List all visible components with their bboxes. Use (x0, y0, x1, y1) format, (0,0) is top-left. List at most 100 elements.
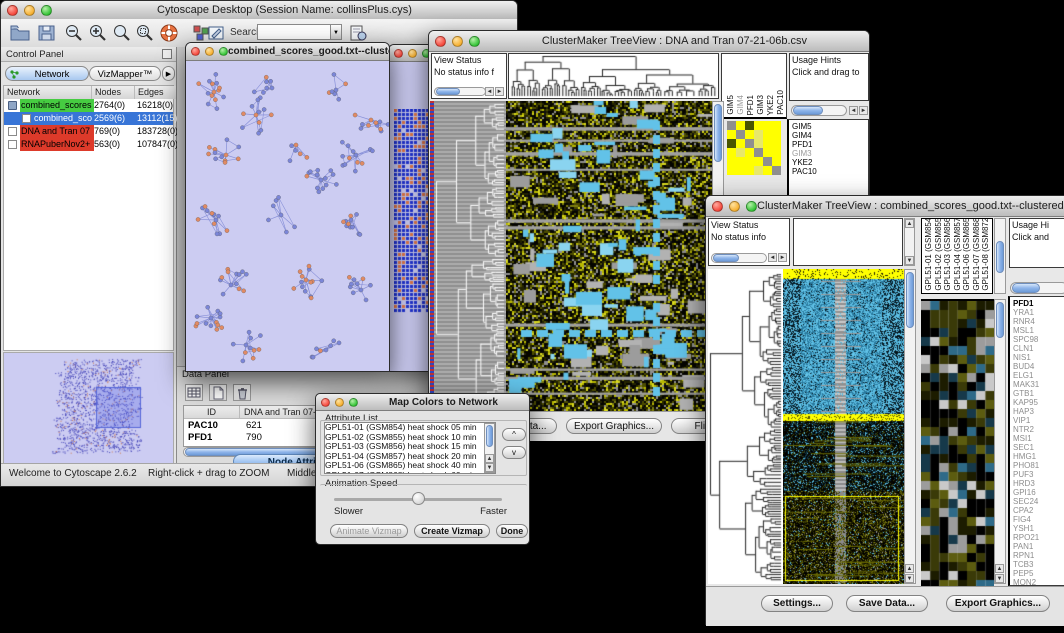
done-button[interactable]: Done (496, 524, 528, 538)
network-row[interactable]: RNAPuberNov2+563(0)107847(0) (4, 138, 173, 151)
zoom-window-icon[interactable] (219, 47, 228, 56)
treeview1-titlebar[interactable]: ClusterMaker TreeView : DNA and Tran 07-… (429, 31, 869, 52)
gene-label[interactable]: GIM4 (792, 131, 865, 140)
gene-label[interactable]: HAP3 (1013, 407, 1064, 416)
zoom-fit-icon[interactable] (111, 23, 133, 43)
tv1-hints-hscrollbar[interactable] (791, 105, 847, 116)
column-label[interactable]: YKE2 (766, 95, 775, 115)
gene-label[interactable]: KAP95 (1013, 398, 1064, 407)
zoom-window-icon[interactable] (746, 201, 757, 212)
tab-vizmapper[interactable]: VizMapper™ (89, 66, 161, 81)
tv1-row-dendrogram[interactable] (434, 101, 506, 411)
gene-label[interactable]: RPO21 (1013, 533, 1064, 542)
search-index-icon[interactable] (348, 23, 370, 43)
scroll-down-icon[interactable]: ▼ (905, 574, 914, 583)
tab-network[interactable]: Network (5, 66, 89, 81)
gene-label[interactable]: NTR2 (1013, 425, 1064, 434)
column-label[interactable]: GPL51-01 (GSM854) (924, 218, 933, 291)
tv2-export-graphics-button[interactable]: Export Graphics... (946, 595, 1050, 612)
treeview2-titlebar[interactable]: ClusterMaker TreeView : combined_scores_… (706, 196, 1064, 217)
scroll-right-icon[interactable]: ► (778, 253, 787, 262)
dense-network-canvas[interactable] (394, 109, 428, 315)
tv2-save-data-button[interactable]: Save Data... (846, 595, 928, 612)
scroll-down-icon[interactable]: ▼ (485, 463, 494, 472)
gene-label[interactable]: GIM5 (792, 122, 865, 131)
network-row[interactable]: DNA and Tran 07769(0)183728(0) (4, 125, 173, 138)
minimize-icon[interactable] (408, 49, 417, 58)
gene-label[interactable]: MAK31 (1013, 380, 1064, 389)
dp-header-id[interactable]: ID (184, 406, 240, 419)
scroll-up-icon[interactable]: ▲ (905, 564, 914, 573)
gene-label[interactable]: GTB1 (1013, 389, 1064, 398)
gene-label[interactable]: HMG1 (1013, 452, 1064, 461)
network-table-header-nodes[interactable]: Nodes (92, 86, 135, 99)
zoom-in-icon[interactable] (87, 23, 109, 43)
tv2-hints-hscrollbar[interactable] (1010, 282, 1064, 294)
gene-label[interactable]: CPA2 (1013, 506, 1064, 515)
trash-icon[interactable] (233, 384, 251, 401)
scroll-up-icon[interactable]: ▲ (485, 454, 494, 463)
tv2-settings-button[interactable]: Settings... (761, 595, 833, 612)
gene-label[interactable]: BUD4 (1013, 362, 1064, 371)
tv1-zoom-heatmap[interactable] (727, 121, 781, 175)
gene-label[interactable]: SEC1 (1013, 443, 1064, 452)
scroll-right-icon[interactable]: ► (495, 87, 504, 96)
tv2-coltree-vscrollbar[interactable]: ▲ ▼ (904, 218, 915, 266)
tab-overflow-button[interactable]: ▶ (162, 66, 175, 81)
network-table-header-network[interactable]: Network (4, 86, 92, 99)
scroll-down-icon[interactable]: ▼ (905, 256, 914, 265)
gene-label[interactable]: MSI1 (1013, 434, 1064, 443)
gene-label[interactable]: TCB3 (1013, 560, 1064, 569)
gene-label[interactable]: ELG1 (1013, 371, 1064, 380)
minimize-icon[interactable] (205, 47, 214, 56)
main-titlebar[interactable]: Cytoscape Desktop (Session Name: collins… (1, 1, 517, 20)
gene-label[interactable]: SEC24 (1013, 497, 1064, 506)
float-panel-icon[interactable] (162, 49, 172, 59)
gene-label[interactable]: SPC98 (1013, 335, 1064, 344)
gene-label[interactable]: YRA1 (1013, 308, 1064, 317)
minimize-icon[interactable] (452, 36, 463, 47)
zoom-window-icon[interactable] (41, 5, 52, 16)
gene-label[interactable]: PFD1 (792, 140, 865, 149)
column-label[interactable]: PAC10 (776, 90, 785, 115)
create-vizmap-button[interactable]: Create Vizmap (414, 524, 490, 538)
column-label[interactable]: GIM3 (756, 95, 765, 115)
gene-label[interactable]: PEP5 (1013, 569, 1064, 578)
gene-label[interactable]: PAN1 (1013, 542, 1064, 551)
scroll-left-icon[interactable]: ◄ (485, 87, 494, 96)
tv2-zoom-vscrollbar[interactable]: ▲ ▼ (994, 299, 1006, 584)
close-icon[interactable] (394, 49, 403, 58)
column-label[interactable]: GPL51-02 (GSM855) (934, 218, 943, 291)
gene-label[interactable]: PUF3 (1013, 470, 1064, 479)
new-document-icon[interactable] (209, 384, 227, 401)
close-icon[interactable] (7, 5, 18, 16)
gene-label[interactable]: PAC10 (792, 167, 865, 176)
gene-label[interactable]: HRD3 (1013, 479, 1064, 488)
column-label[interactable]: GPL51-03 (GSM856) (943, 218, 952, 291)
scroll-right-icon[interactable]: ► (859, 106, 868, 115)
tv1-heatmap-canvas[interactable] (506, 101, 712, 411)
minimize-icon[interactable] (335, 398, 344, 407)
scroll-left-icon[interactable]: ◄ (849, 106, 858, 115)
animation-slider-thumb[interactable] (412, 492, 425, 505)
help-lifering-icon[interactable] (159, 23, 181, 43)
column-label[interactable]: GIM5 (726, 95, 735, 115)
tv2-heatmap-canvas[interactable] (783, 269, 904, 584)
network-graph-canvas[interactable] (186, 60, 389, 371)
save-session-icon[interactable] (36, 23, 58, 43)
network-table-header-edges[interactable]: Edges (135, 86, 176, 99)
open-file-icon[interactable] (9, 23, 31, 43)
birdseye-view-canvas[interactable] (4, 353, 170, 457)
column-label[interactable]: GIM4 (736, 95, 745, 115)
gene-label[interactable]: FIG4 (1013, 515, 1064, 524)
tv2-status-hscrollbar[interactable] (711, 253, 767, 263)
move-down-button[interactable]: v (502, 446, 526, 459)
gene-label[interactable]: RPN1 (1013, 551, 1064, 560)
dialog-titlebar[interactable]: Map Colors to Network (316, 394, 529, 411)
move-up-button[interactable]: ^ (502, 428, 526, 441)
close-icon[interactable] (191, 47, 200, 56)
gene-label[interactable]: GIM3 (792, 149, 865, 158)
search-dropdown-icon[interactable]: ▼ (330, 24, 342, 40)
gene-label[interactable]: MON2 (1013, 578, 1064, 586)
tv2-row-dendrogram[interactable] (708, 269, 783, 584)
